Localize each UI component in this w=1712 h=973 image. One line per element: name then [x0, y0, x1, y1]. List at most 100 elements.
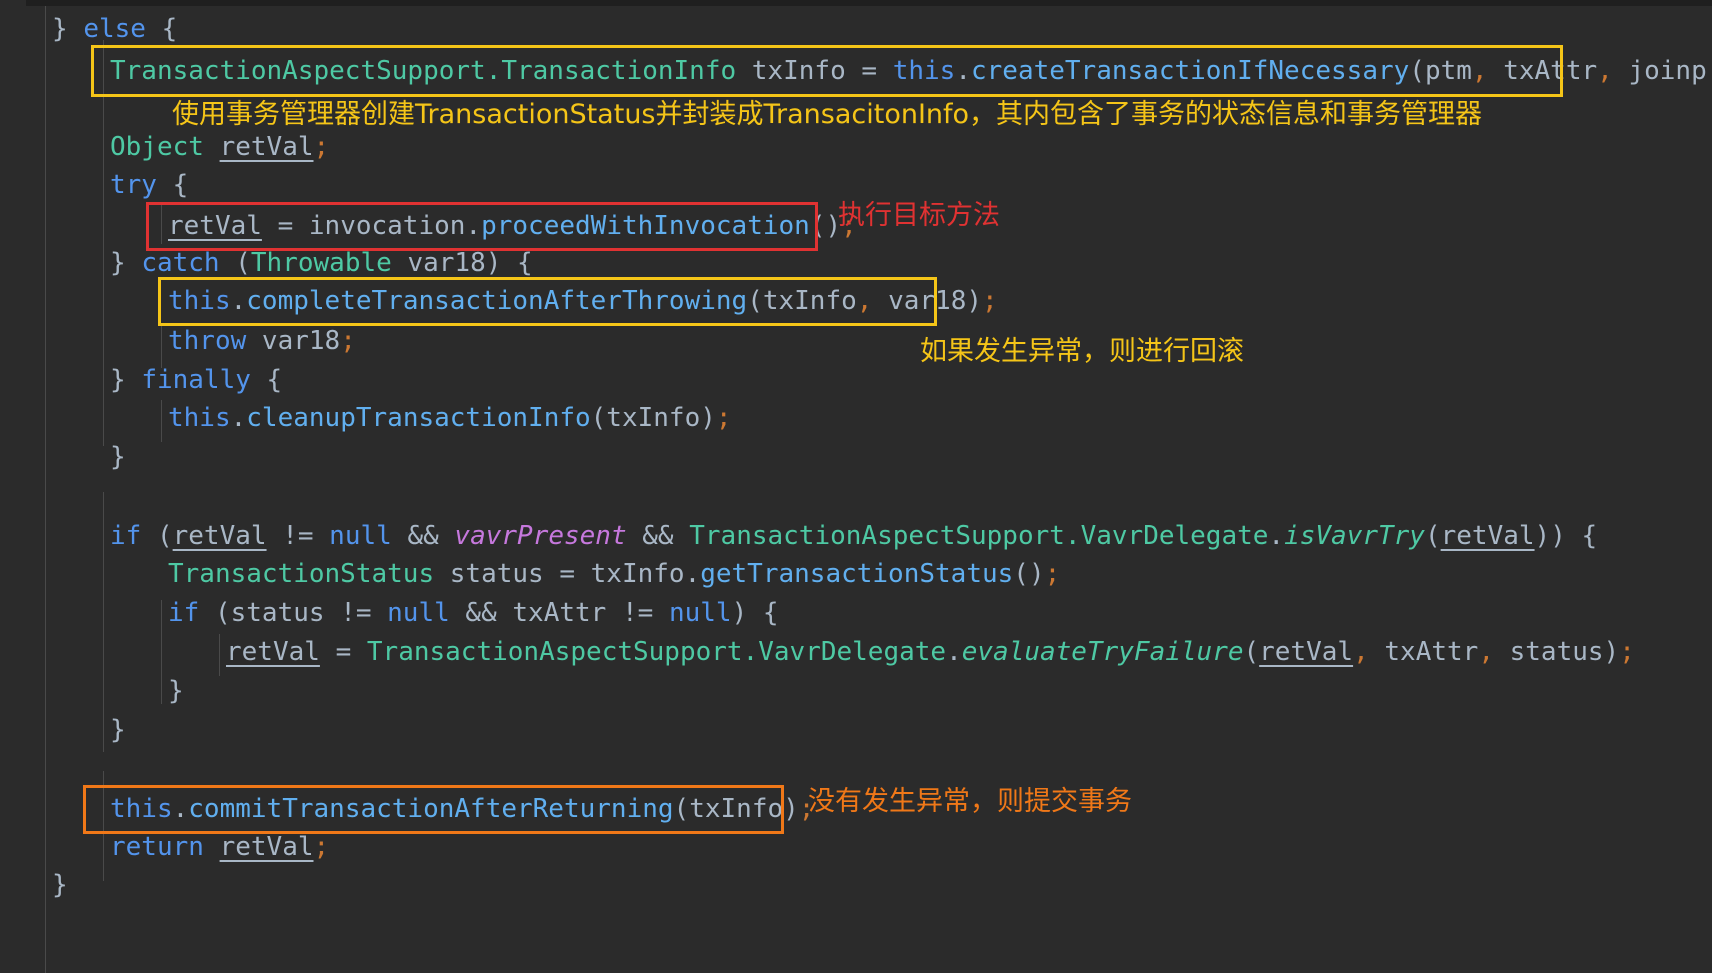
code-token: () [1013, 559, 1045, 589]
indent-guide-level3d [161, 600, 162, 704]
code-token: { [145, 14, 178, 44]
code-token: try [110, 170, 157, 200]
code-token: , [1478, 637, 1494, 667]
code-line[interactable]: } else { [52, 8, 177, 50]
code-token: . [230, 286, 247, 316]
code-token: (status != [199, 598, 388, 628]
code-line[interactable]: try { [110, 164, 188, 206]
code-token: completeTransactionAfterThrowing [246, 286, 748, 316]
code-token: retVal [1259, 637, 1354, 667]
code-token: = [261, 211, 309, 241]
code-token: != [266, 521, 330, 551]
code-token: retVal [219, 832, 314, 862]
code-token: = [319, 637, 367, 667]
code-token: . [172, 794, 189, 824]
code-line[interactable]: } catch (Throwable var18) { [110, 242, 533, 284]
code-token: evaluateTryFailure [961, 637, 1244, 667]
code-token: ; [715, 403, 732, 433]
code-line[interactable]: } [110, 436, 126, 478]
code-token: ( [1243, 637, 1260, 667]
code-line[interactable]: } [52, 864, 68, 906]
code-token: vavrPresent [454, 521, 627, 551]
code-line[interactable]: Object retVal; [110, 126, 329, 168]
code-token: ; [1044, 559, 1061, 589]
code-line[interactable]: } [168, 670, 184, 712]
code-token: catch [141, 248, 220, 278]
code-line[interactable]: this.commitTransactionAfterReturning(txI… [110, 788, 814, 830]
code-line[interactable]: if (status != null && txAttr != null) { [168, 592, 779, 634]
code-token: . [742, 637, 759, 667]
code-token: ( [141, 521, 173, 551]
code-token: , [856, 286, 873, 316]
code-line[interactable]: } finally { [110, 359, 282, 401]
code-surface[interactable]: } else { TransactionAspectSupport.Transa… [0, 6, 1712, 973]
code-token: . [684, 559, 701, 589]
indent-guide-level1 [45, 6, 46, 973]
code-token: if [168, 598, 200, 628]
code-line[interactable]: this.completeTransactionAfterThrowing(tx… [168, 280, 998, 322]
code-token: retVal [219, 132, 314, 162]
code-line[interactable]: TransactionStatus status = txInfo.getTra… [168, 553, 1060, 595]
code-editor[interactable]: } else { TransactionAspectSupport.Transa… [0, 0, 1712, 973]
code-token: ; [313, 832, 330, 862]
code-token: } [110, 715, 126, 745]
code-token: retVal [226, 637, 320, 667]
code-token: . [946, 637, 962, 667]
code-token: this [168, 286, 231, 316]
code-token: status = txInfo [434, 559, 685, 589]
annotation-commit: 没有发生异常，则提交事务 [808, 786, 1132, 817]
code-token: if [110, 521, 142, 551]
code-token: . [1064, 521, 1081, 551]
code-token: Object [110, 132, 204, 162]
code-token: , [1471, 56, 1488, 86]
code-line[interactable]: } [110, 709, 126, 751]
code-token: Throwable [250, 248, 392, 278]
code-token: (txInfo) [673, 794, 799, 824]
code-token: ) { [731, 598, 779, 628]
code-token: txAttr [1487, 56, 1598, 86]
code-token: TransactionAspectSupport [689, 521, 1065, 551]
code-token: , [1353, 637, 1369, 667]
code-line[interactable]: retVal = TransactionAspectSupport.VavrDe… [226, 631, 1635, 673]
code-token: } [110, 365, 142, 395]
code-token: && [391, 521, 455, 551]
code-line[interactable]: retVal = invocation.proceedWithInvocatio… [168, 205, 857, 247]
code-token: proceedWithInvocation [481, 211, 810, 241]
code-token: ( [1409, 56, 1425, 86]
code-token: getTransactionStatus [700, 559, 1014, 589]
code-token: () [809, 211, 842, 241]
code-token: VavrDelegate [1080, 521, 1269, 551]
code-token: null [387, 598, 450, 628]
code-token: , [1597, 56, 1613, 86]
code-token: this [110, 794, 173, 824]
code-line[interactable]: return retVal; [110, 826, 329, 868]
annotation-proceed-invocation: 执行目标方法 [838, 200, 1000, 231]
code-token: throw [168, 326, 247, 356]
code-token: } [110, 248, 142, 278]
code-token: ptm [1424, 56, 1472, 86]
indent-guide-level2c [103, 771, 104, 881]
code-token: isVavrTry [1284, 521, 1425, 551]
indent-guide-level2 [103, 40, 104, 446]
code-token: . [465, 211, 482, 241]
code-token: TransactionAspectSupport [110, 56, 486, 86]
code-token: . [955, 56, 971, 86]
code-token: { [156, 170, 189, 200]
code-line[interactable]: this.cleanupTransactionInfo(txInfo); [168, 397, 732, 439]
indent-guide-level3 [161, 202, 162, 244]
code-token: . [485, 56, 502, 86]
code-token: var18) { [391, 248, 533, 278]
code-token: return [110, 832, 204, 862]
code-line[interactable]: throw var18; [168, 320, 356, 362]
code-line[interactable]: if (retVal != null && vavrPresent && Tra… [110, 515, 1597, 557]
code-token: status) [1493, 637, 1620, 667]
code-line[interactable]: TransactionAspectSupport.TransactionInfo… [110, 50, 1707, 92]
code-token: retVal [1440, 521, 1535, 551]
code-token: ( [219, 248, 251, 278]
code-token: null [668, 598, 732, 628]
code-token: ( [747, 286, 763, 316]
code-token: { [250, 365, 283, 395]
code-token: } [110, 442, 126, 472]
code-token: null [329, 521, 392, 551]
